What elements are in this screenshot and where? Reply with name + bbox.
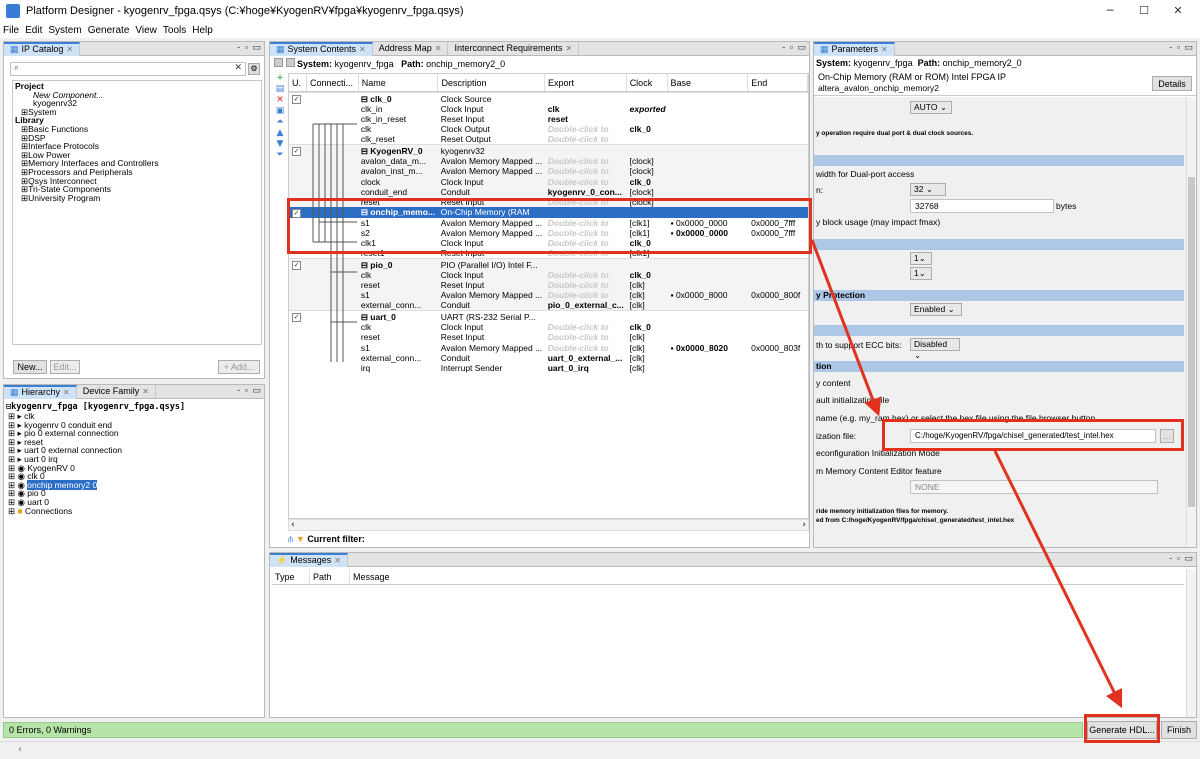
annotation-arrows: [810, 239, 1123, 709]
